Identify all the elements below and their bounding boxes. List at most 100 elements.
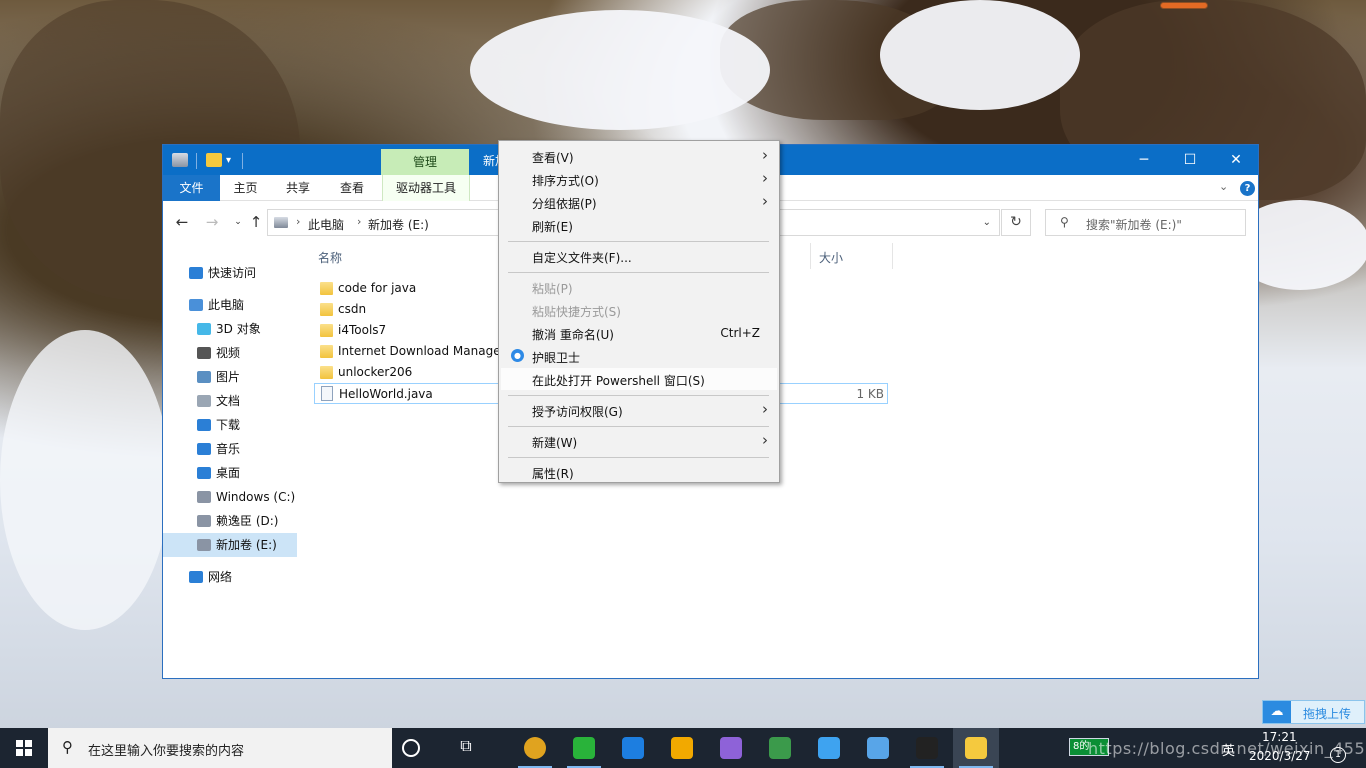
baidu-netdisk-icon: [818, 737, 840, 759]
download-arrow-icon: [197, 419, 211, 431]
context-menu-item[interactable]: 自定义文件夹(F)...: [501, 245, 777, 267]
file-name: Internet Download Manage: [338, 344, 501, 358]
network-icon: [189, 571, 203, 583]
context-menu-item[interactable]: 新建(W) ›: [501, 430, 777, 452]
tab-home[interactable]: 主页: [220, 175, 271, 201]
nav-item-label: 文档: [216, 394, 241, 408]
search-icon: ⚲: [62, 738, 73, 756]
nav-item[interactable]: 快速访问: [163, 261, 297, 285]
file-name: unlocker206: [338, 365, 413, 379]
tab-manage[interactable]: 管理: [381, 149, 469, 175]
terminal-icon: [916, 737, 938, 759]
context-menu-item[interactable]: 在此处打开 Powershell 窗口(S): [501, 368, 777, 390]
breadcrumb-drive-e[interactable]: 新加卷 (E:): [368, 216, 429, 233]
back-arrow-icon[interactable]: ←: [173, 213, 191, 231]
context-menu-item[interactable]: 刷新(E): [501, 214, 777, 236]
windows-logo-icon: [16, 740, 32, 756]
context-menu-item[interactable]: 属性(R): [501, 461, 777, 483]
context-menu-item[interactable]: 粘贴(P): [501, 276, 777, 298]
desktop-icon: [197, 467, 211, 479]
desktop-tool-taskbar-button[interactable]: [855, 728, 901, 768]
drive-icon[interactable]: [172, 153, 188, 167]
tab-drive-tools[interactable]: 驱动器工具: [382, 175, 470, 201]
wechat-taskbar-button[interactable]: [561, 728, 607, 768]
upload-label: 拖拽上传: [1303, 707, 1352, 721]
menu-item-label: 查看(V): [532, 151, 574, 165]
menu-item-label: 粘贴(P): [532, 282, 573, 296]
maximize-button[interactable]: ☐: [1167, 145, 1213, 175]
context-menu: 查看(V) › 排序方式(O) › 分组依据(P) › 刷新(E) 自定义文件夹(F)... 粘…: [498, 140, 780, 483]
context-menu-item[interactable]: 排序方式(O) ›: [501, 168, 777, 190]
nav-item[interactable]: 桌面: [163, 461, 297, 485]
chrome-icon: [524, 737, 546, 759]
chevron-down-icon[interactable]: ▾: [226, 155, 231, 166]
up-arrow-icon[interactable]: ↑: [247, 213, 265, 231]
tab-share[interactable]: 共享: [276, 175, 320, 201]
minimize-button[interactable]: ─: [1121, 145, 1167, 175]
terminal-taskbar-button[interactable]: [904, 728, 950, 768]
nav-item-label: 视频: [216, 346, 241, 360]
document-icon: [197, 395, 211, 407]
nav-item[interactable]: 赖逸臣 (D:): [163, 509, 297, 533]
star-icon: [189, 267, 203, 279]
nav-item[interactable]: 下载: [163, 413, 297, 437]
file-explorer-taskbar-button[interactable]: [953, 728, 999, 768]
context-menu-item[interactable]: 查看(V) ›: [501, 145, 777, 167]
chevron-down-icon[interactable]: ⌄: [229, 217, 247, 227]
tab-file[interactable]: 文件: [163, 175, 220, 201]
task-view-icon[interactable]: ⧉: [452, 736, 480, 764]
drive-icon: [197, 515, 211, 527]
forward-arrow-icon[interactable]: →: [203, 213, 221, 231]
nav-item[interactable]: 3D 对象: [163, 317, 297, 341]
chrome-taskbar-button[interactable]: [512, 728, 558, 768]
context-menu-item[interactable]: ● 护眼卫士: [501, 345, 777, 367]
baidu-netdisk-taskbar-button[interactable]: [806, 728, 852, 768]
column-name-header[interactable]: 名称: [318, 249, 342, 266]
visual-studio-taskbar-button[interactable]: [708, 728, 754, 768]
close-button[interactable]: ✕: [1213, 145, 1259, 175]
chevron-right-icon: ›: [762, 169, 768, 187]
tab-view[interactable]: 查看: [330, 175, 374, 201]
chevron-right-icon[interactable]: ›: [357, 215, 361, 228]
nav-item[interactable]: 视频: [163, 341, 297, 365]
menu-item-label: 分组依据(P): [532, 197, 597, 211]
nav-item[interactable]: 网络: [163, 565, 297, 589]
nav-item[interactable]: Windows (C:): [163, 485, 297, 509]
taskbar-search-input[interactable]: ⚲ 在这里输入你要搜索的内容: [48, 728, 392, 768]
menu-separator: [508, 457, 769, 458]
nav-item-label: 快速访问: [208, 266, 257, 280]
nav-item[interactable]: 音乐: [163, 437, 297, 461]
breadcrumb-this-pc[interactable]: 此电脑: [308, 216, 344, 233]
context-menu-item[interactable]: 分组依据(P) ›: [501, 191, 777, 213]
context-menu-item[interactable]: 授予访问权限(G) ›: [501, 399, 777, 421]
vmware-taskbar-button[interactable]: [659, 728, 705, 768]
context-menu-item[interactable]: 粘贴快捷方式(S): [501, 299, 777, 321]
start-button[interactable]: [0, 728, 48, 768]
menu-shortcut: Ctrl+Z: [720, 326, 760, 340]
context-menu-item[interactable]: 撤消 重命名(U) Ctrl+Z: [501, 322, 777, 344]
drive-icon: [274, 217, 288, 228]
refresh-icon[interactable]: ↻: [1001, 209, 1031, 236]
menu-item-label: 自定义文件夹(F)...: [532, 251, 632, 265]
cortana-icon[interactable]: [402, 739, 420, 757]
watermark: https://blog.csdn.net/weixin_4551140: [1088, 739, 1366, 758]
desktop-tool-icon: [867, 737, 889, 759]
help-icon[interactable]: ?: [1240, 181, 1255, 196]
music-note-icon: [197, 443, 211, 455]
chart-app-taskbar-button[interactable]: [757, 728, 803, 768]
pin-app-taskbar-button[interactable]: [610, 728, 656, 768]
nav-item[interactable]: 新加卷 (E:): [163, 533, 297, 557]
folder-icon[interactable]: [206, 153, 222, 167]
windows-drive-icon: [197, 491, 211, 503]
nav-item[interactable]: 文档: [163, 389, 297, 413]
chevron-down-icon[interactable]: ⌄: [983, 217, 991, 228]
chevron-right-icon[interactable]: ›: [296, 215, 300, 228]
nav-item-label: 网络: [208, 570, 233, 584]
nav-item[interactable]: 图片: [163, 365, 297, 389]
upload-widget[interactable]: ☁ 拖拽上传: [1262, 700, 1365, 724]
nav-item[interactable]: 此电脑: [163, 293, 297, 317]
column-size-header[interactable]: 大小: [819, 249, 843, 266]
file-size: 1 KB: [856, 387, 884, 401]
chevron-down-icon[interactable]: ⌄: [1219, 180, 1228, 193]
search-input[interactable]: ⚲ 搜索"新加卷 (E:)": [1045, 209, 1246, 236]
